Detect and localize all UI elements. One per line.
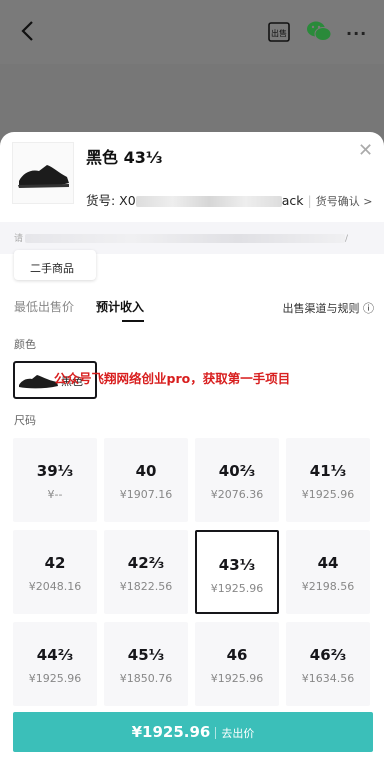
size-option[interactable]: 40⅔ ¥2076.36 xyxy=(195,438,279,522)
size-value: 40 xyxy=(135,462,157,480)
tab-underline xyxy=(122,320,144,322)
size-price: ¥-- xyxy=(47,488,63,501)
watermark-text: 公众号飞翔网络创业pro，获取第一手项目 xyxy=(54,371,291,386)
size-option[interactable]: 42 ¥2048.16 xyxy=(13,530,97,614)
size-price: ¥2076.36 xyxy=(210,488,264,501)
size-option[interactable]: 42⅔ ¥1822.56 xyxy=(104,530,188,614)
size-value: 43⅓ xyxy=(218,556,256,574)
size-price: ¥1822.56 xyxy=(119,580,173,593)
size-option[interactable]: 44 ¥2198.56 xyxy=(286,530,370,614)
sku-row: 货号: X0 ack | 货号确认 > xyxy=(86,193,373,208)
size-value: 42⅔ xyxy=(127,554,165,572)
size-option[interactable]: 46 ¥1925.96 xyxy=(195,622,279,706)
notice-prefix: 请 xyxy=(14,234,24,244)
channel-rules-link[interactable]: 出售渠道与规则 ⓘ xyxy=(283,300,375,316)
product-thumbnail xyxy=(12,142,74,204)
price-tabs: 最低出售价 预计收入 出售渠道与规则 ⓘ xyxy=(14,298,374,326)
size-value: 46 xyxy=(226,646,248,664)
size-value: 45⅓ xyxy=(127,646,165,664)
secondhand-label: 二手商品 xyxy=(30,262,74,275)
size-value: 39⅓ xyxy=(36,462,74,480)
sell-icon[interactable]: 出售 xyxy=(268,22,290,42)
size-option[interactable]: 46⅔ ¥1634.56 xyxy=(286,622,370,706)
size-value: 44 xyxy=(317,554,339,572)
bid-amount: ¥1925.96 xyxy=(131,723,211,741)
size-option[interactable]: 44⅔ ¥1925.96 xyxy=(13,622,97,706)
size-label: 尺码 xyxy=(14,414,36,427)
size-price: ¥1634.56 xyxy=(301,672,355,685)
sku-blurred xyxy=(135,196,282,207)
notice-blurred xyxy=(25,234,346,243)
secondhand-card[interactable]: 二手商品 xyxy=(14,250,96,280)
size-price: ¥2198.56 xyxy=(301,580,355,593)
svg-text:出售: 出售 xyxy=(271,28,287,38)
size-price: ¥1925.96 xyxy=(301,488,355,501)
bid-button[interactable]: ¥1925.96 去出价 xyxy=(13,712,373,752)
size-option[interactable]: 40 ¥1907.16 xyxy=(104,438,188,522)
shoe-image xyxy=(18,165,69,188)
size-value: 41⅓ xyxy=(309,462,347,480)
size-option[interactable]: 45⅓ ¥1850.76 xyxy=(104,622,188,706)
product-title: 黑色 43⅓ xyxy=(86,148,163,167)
size-price: ¥1925.96 xyxy=(28,672,82,685)
size-price: ¥1925.96 xyxy=(210,582,264,595)
sku-confirm-link[interactable]: 货号确认 > xyxy=(316,195,373,208)
size-value: 46⅔ xyxy=(309,646,347,664)
sku-prefix: 货号: X0 xyxy=(86,193,136,208)
size-option[interactable]: 41⅓ ¥1925.96 xyxy=(286,438,370,522)
wechat-icon[interactable] xyxy=(306,20,332,42)
size-price: ¥2048.16 xyxy=(28,580,82,593)
size-select-sheet: 黑色 43⅓ ✕ 货号: X0 ack | 货号确认 > 请 / 二手商品 最低出售价 … xyxy=(0,132,384,764)
more-icon[interactable]: ··· xyxy=(346,24,370,43)
notice-suffix: / xyxy=(345,234,349,244)
tab-lowest-price[interactable]: 最低出售价 xyxy=(14,298,74,315)
sku-suffix: ack xyxy=(281,193,304,208)
color-label: 颜色 xyxy=(14,338,36,351)
size-value: 42 xyxy=(44,554,66,572)
size-price: ¥1925.96 xyxy=(210,672,264,685)
top-nav-bar: 出售 ··· xyxy=(0,0,384,64)
bid-action-label: 去出价 xyxy=(221,727,255,740)
size-price: ¥1907.16 xyxy=(119,488,173,501)
tab-estimated-income[interactable]: 预计收入 xyxy=(96,298,144,315)
back-icon[interactable] xyxy=(18,20,38,42)
size-value: 44⅔ xyxy=(36,646,74,664)
size-value: 40⅔ xyxy=(218,462,256,480)
size-option[interactable]: 43⅓ ¥1925.96 xyxy=(195,530,279,614)
size-option[interactable]: 39⅓ ¥-- xyxy=(13,438,97,522)
size-price: ¥1850.76 xyxy=(119,672,173,685)
close-icon[interactable]: ✕ xyxy=(358,140,373,161)
